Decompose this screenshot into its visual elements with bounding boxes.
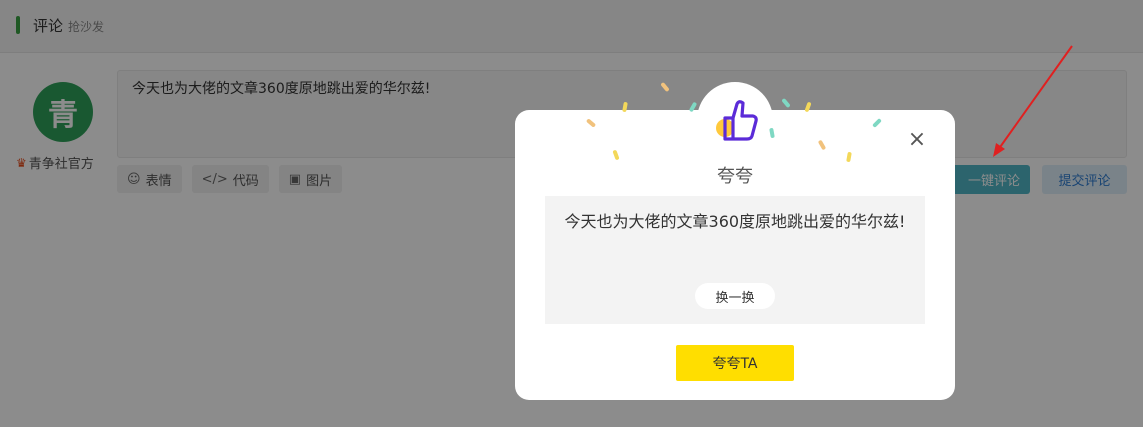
thumbs-up-icon: [716, 100, 758, 141]
modal-title: 夸夸: [717, 166, 753, 187]
phrase-panel: 今天也为大佬的文章360度原地跳出爱的华尔兹! 换一换: [545, 196, 925, 324]
close-button[interactable]: ×: [905, 128, 929, 152]
close-icon: ×: [907, 127, 927, 152]
thumbs-up-badge: [697, 82, 773, 158]
phrase-text: 今天也为大佬的文章360度原地跳出爱的华尔兹!: [564, 212, 906, 231]
swap-label: 换一换: [715, 290, 755, 306]
praise-button[interactable]: 夸夸TA: [676, 345, 794, 381]
swap-button[interactable]: 换一换: [695, 283, 775, 309]
praise-label: 夸夸TA: [712, 356, 758, 372]
